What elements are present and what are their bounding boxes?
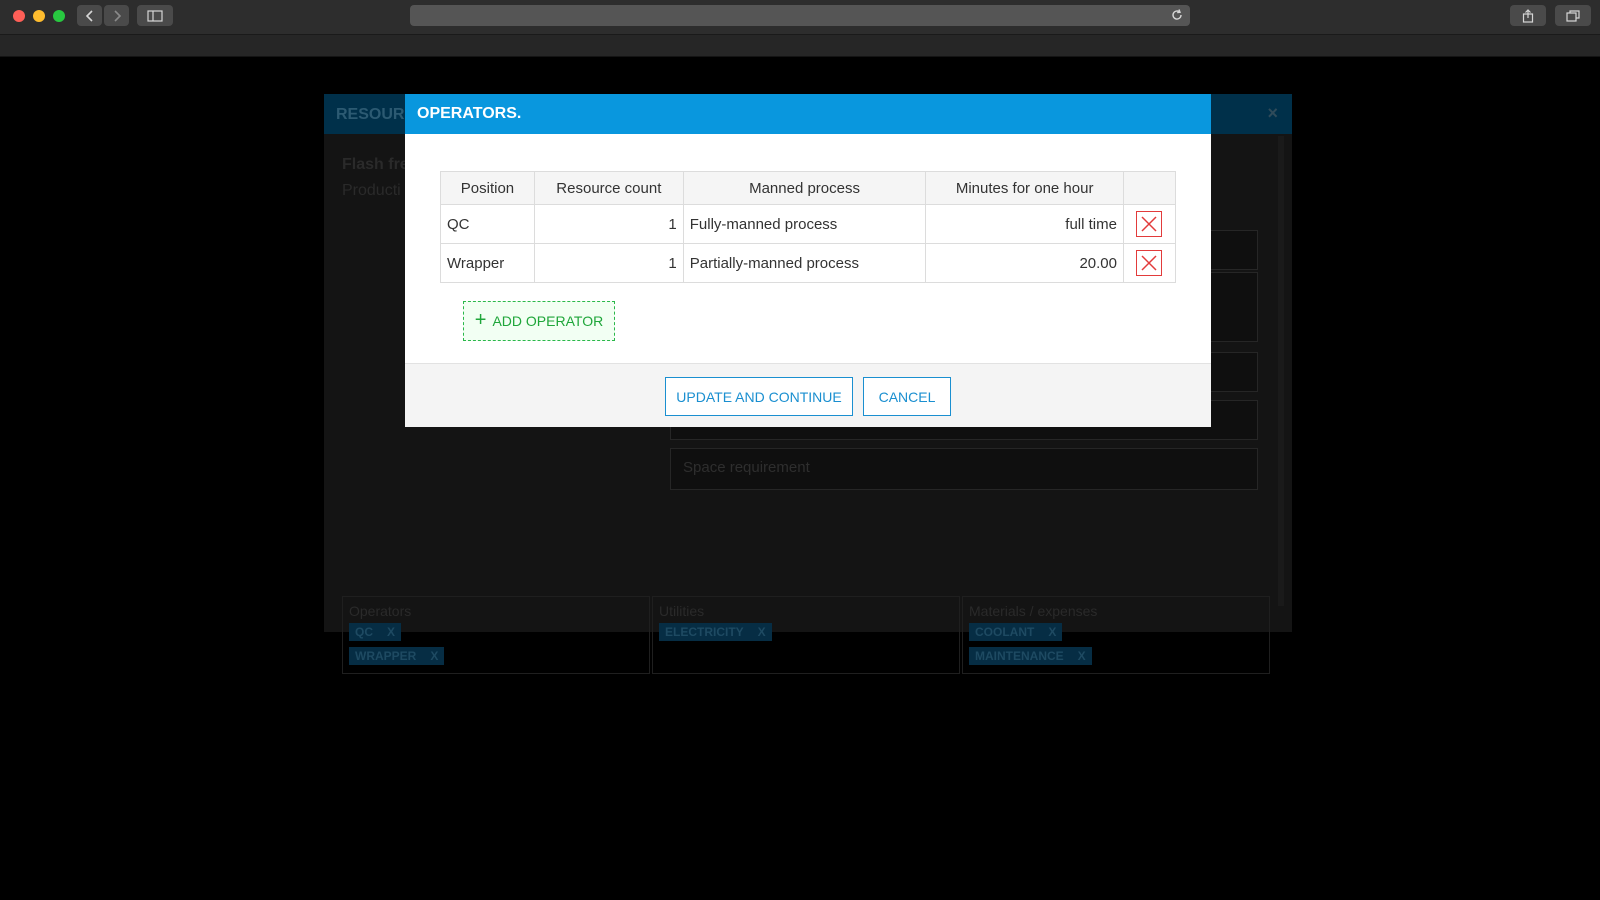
address-bar[interactable] [410, 5, 1190, 26]
space-requirement-field: Space requirement [670, 448, 1258, 490]
back-button[interactable] [77, 5, 102, 26]
browser-chrome [0, 0, 1600, 57]
operators-table: Position Resource count Manned process M… [440, 171, 1177, 283]
cell-minutes: 20.00 [925, 243, 1124, 283]
column-header-minutes: Minutes for one hour [925, 171, 1124, 205]
close-icon[interactable]: × [1267, 103, 1278, 124]
column-header-actions [1122, 171, 1177, 205]
delete-icon [1141, 255, 1158, 271]
cell-resource-count: 1 [533, 204, 684, 244]
materials-label: Materials / expenses [969, 603, 1098, 619]
utilities-label: Utilities [659, 603, 705, 619]
bookmarks-bar [0, 34, 1600, 57]
cell-minutes: full time [925, 204, 1124, 244]
material-chip: COOLANT X [969, 623, 1063, 641]
column-header-resource-count: Resource count [533, 171, 684, 205]
background-item-title: Flash fre [342, 156, 409, 173]
background-item-subtitle: Producti [342, 182, 401, 199]
forward-button[interactable] [104, 5, 129, 26]
add-operator-button[interactable]: + ADD OPERATOR [463, 301, 615, 341]
modal-footer: UPDATE AND CONTINUE CANCEL [405, 363, 1211, 427]
window-close-button[interactable] [13, 10, 25, 22]
add-operator-label: ADD OPERATOR [492, 313, 604, 329]
window-zoom-button[interactable] [53, 10, 65, 22]
back-icon [85, 9, 93, 22]
cell-manned-process: Fully-manned process [682, 204, 927, 244]
forward-icon [113, 9, 121, 22]
cell-position: QC [440, 204, 535, 244]
share-button[interactable] [1510, 5, 1546, 26]
utilities-section: Utilities ELECTRICITY X [652, 596, 960, 674]
operators-modal: OPERATORS. Position Resource count Manne… [405, 94, 1211, 427]
update-and-continue-button[interactable]: UPDATE AND CONTINUE [665, 377, 853, 416]
delete-row-button[interactable] [1136, 211, 1163, 237]
table-header-row: Position Resource count Manned process M… [440, 171, 1177, 205]
column-header-manned-process: Manned process [682, 171, 927, 205]
cell-position: Wrapper [440, 243, 535, 283]
tabs-button[interactable] [1555, 5, 1591, 26]
background-window-title: RESOURC [336, 106, 417, 123]
cell-manned-process: Partially-manned process [682, 243, 927, 283]
cell-resource-count: 1 [533, 243, 684, 283]
operators-label: Operators [349, 603, 412, 619]
plus-icon: + [474, 309, 487, 331]
tabs-icon [1566, 9, 1580, 22]
modal-header: OPERATORS. [405, 94, 1211, 134]
sidebar-button[interactable] [137, 5, 173, 26]
window-minimize-button[interactable] [33, 10, 45, 22]
materials-section: Materials / expenses COOLANT X MAINTENANC… [962, 596, 1270, 674]
delete-row-button[interactable] [1136, 250, 1163, 276]
operators-section: Operators QC X WRAPPER X [342, 596, 650, 674]
modal-body: Position Resource count Manned process M… [405, 134, 1211, 363]
background-scrollbar [1278, 136, 1284, 606]
utility-chip: ELECTRICITY X [659, 623, 772, 641]
operator-chip: QC X [349, 623, 402, 641]
cell-actions [1122, 243, 1177, 283]
share-icon [1522, 8, 1534, 23]
cancel-button[interactable]: CANCEL [863, 377, 951, 416]
modal-title: OPERATORS. [417, 105, 522, 122]
cell-actions [1122, 204, 1177, 244]
reload-icon [1172, 9, 1182, 20]
sidebar-icon [147, 9, 163, 22]
column-header-position: Position [440, 171, 535, 205]
table-row: QC 1 Fully-manned process full time [440, 204, 1177, 244]
material-chip: MAINTENANCE X [969, 647, 1092, 665]
table-row: Wrapper 1 Partially-manned process 20.00 [440, 243, 1177, 283]
operator-chip: WRAPPER X [349, 647, 445, 665]
delete-icon [1141, 216, 1158, 232]
reload-button[interactable] [1170, 8, 1184, 27]
